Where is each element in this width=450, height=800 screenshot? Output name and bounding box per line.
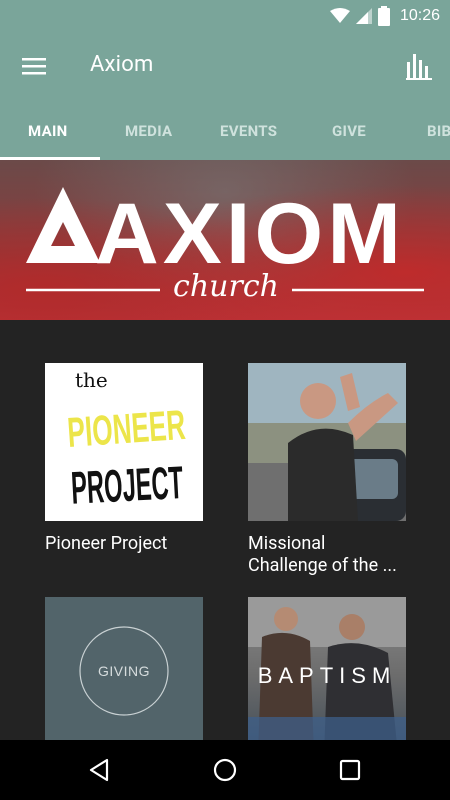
content-grid: the PIONEER PROJECT Pioneer Project Miss… [0,320,450,740]
cell-signal-icon [355,8,372,24]
card-baptism[interactable]: BAPTISM [248,597,406,740]
back-icon[interactable] [85,755,115,785]
hamburger-menu-icon[interactable] [20,54,48,78]
svg-text:PIONEER: PIONEER [66,401,187,456]
tab-main[interactable]: MAIN [28,122,68,140]
svg-text:BAPTISM: BAPTISM [258,663,397,688]
card-giving[interactable]: GIVING [45,597,203,740]
card-missional-challenge[interactable]: Missional Challenge of the ... [248,363,406,577]
tab-events[interactable]: EVENTS [220,122,277,140]
pioneer-project-thumbnail: the PIONEER PROJECT [45,363,203,521]
tab-media[interactable]: MEDIA [125,122,172,140]
giving-thumbnail: GIVING [45,597,203,740]
app-bar: Axiom [0,32,450,100]
svg-text:the: the [75,368,108,392]
axiom-logo: AXIOM church [26,186,424,304]
card-title: Pioneer Project [45,533,168,554]
status-time: 10:26 [399,7,440,24]
card-title: Missional Challenge of the ... [248,533,397,576]
system-nav-bar [0,740,450,800]
wifi-icon [329,8,350,23]
baptism-thumbnail: BAPTISM [248,597,406,740]
banner-image: AXIOM church [0,160,450,320]
tab-bible[interactable]: BIB [427,122,450,140]
tab-give[interactable]: GIVE [332,122,366,140]
missional-challenge-thumbnail [248,363,406,521]
app-title: Axiom [90,52,154,77]
svg-text:PROJECT: PROJECT [70,456,185,514]
card-pioneer-project[interactable]: the PIONEER PROJECT Pioneer Project [45,363,203,555]
status-bar: 10:26 [0,0,450,32]
status-icons: 10:26 [329,4,440,28]
bar-chart-icon[interactable] [406,52,432,80]
svg-text:GIVING: GIVING [98,663,150,679]
home-icon[interactable] [210,755,240,785]
battery-icon [377,6,390,26]
banner-wordmark: AXIOM [95,186,405,282]
banner-subtitle: church [173,269,279,304]
tab-bar: MAIN MEDIA EVENTS GIVE BIB [0,100,450,160]
recents-icon[interactable] [335,755,365,785]
